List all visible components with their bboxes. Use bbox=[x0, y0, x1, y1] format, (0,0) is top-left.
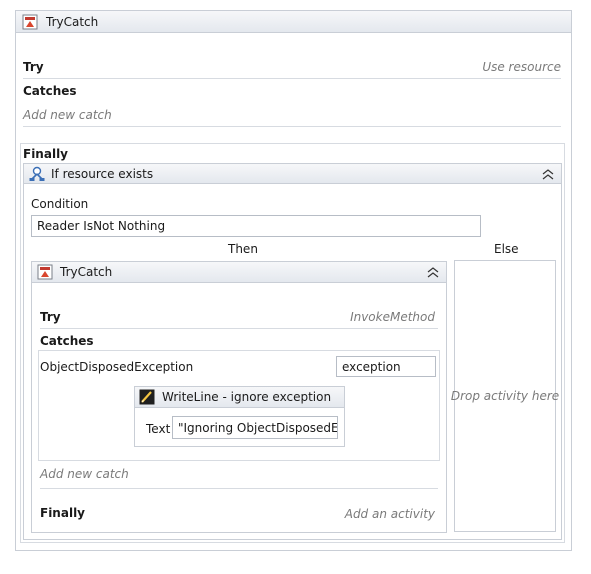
outer-catches-label: Catches bbox=[23, 84, 77, 98]
outer-trycatch-title: TryCatch bbox=[46, 14, 99, 29]
exception-type-label[interactable]: ObjectDisposedException bbox=[40, 360, 193, 374]
inner-add-new-catch[interactable]: Add new catch bbox=[40, 467, 129, 481]
outer-try-divider bbox=[23, 78, 561, 79]
if-activity-title: If resource exists bbox=[51, 166, 154, 181]
exception-variable-field[interactable]: exception bbox=[336, 356, 436, 377]
inner-try-activity-hint[interactable]: InvokeMethod bbox=[330, 310, 435, 324]
collapse-chevron-icon[interactable] bbox=[541, 168, 555, 180]
condition-label: Condition bbox=[31, 197, 89, 211]
else-label: Else bbox=[494, 242, 519, 256]
inner-finally-label: Finally bbox=[40, 506, 85, 520]
else-drop-zone[interactable]: Drop activity here bbox=[450, 260, 560, 532]
trycatch-icon bbox=[37, 264, 53, 280]
if-activity-header[interactable]: If resource exists bbox=[24, 164, 561, 184]
condition-expression-field[interactable]: Reader IsNot Nothing bbox=[31, 215, 481, 237]
outer-add-new-catch[interactable]: Add new catch bbox=[23, 108, 112, 122]
writeline-title: WriteLine - ignore exception bbox=[162, 390, 332, 404]
inner-try-divider bbox=[40, 328, 438, 329]
if-activity-icon bbox=[28, 166, 46, 182]
inner-trycatch-header[interactable]: TryCatch bbox=[32, 262, 446, 283]
inner-try-label: Try bbox=[40, 310, 61, 324]
collapse-chevron-icon[interactable] bbox=[426, 266, 440, 278]
writeline-header[interactable]: WriteLine - ignore exception bbox=[135, 387, 344, 408]
inner-finally-drop-hint[interactable]: Add an activity bbox=[330, 507, 435, 521]
inner-trycatch-title: TryCatch bbox=[60, 265, 113, 279]
outer-try-drop-hint[interactable]: Use resource bbox=[470, 60, 561, 74]
trycatch-icon bbox=[22, 14, 38, 30]
outer-trycatch-header[interactable]: TryCatch bbox=[16, 11, 571, 33]
inner-catches-divider bbox=[40, 488, 438, 489]
then-label: Then bbox=[228, 242, 258, 256]
outer-catches-divider bbox=[23, 126, 561, 127]
writeline-icon bbox=[139, 389, 155, 405]
writeline-text-label: Text bbox=[146, 422, 171, 436]
inner-catches-label: Catches bbox=[40, 334, 94, 348]
writeline-text-field[interactable]: "Ignoring ObjectDisposedException" bbox=[172, 416, 338, 439]
else-drop-hint: Drop activity here bbox=[450, 389, 560, 403]
outer-finally-label: Finally bbox=[23, 147, 68, 161]
outer-try-label: Try bbox=[23, 60, 44, 74]
